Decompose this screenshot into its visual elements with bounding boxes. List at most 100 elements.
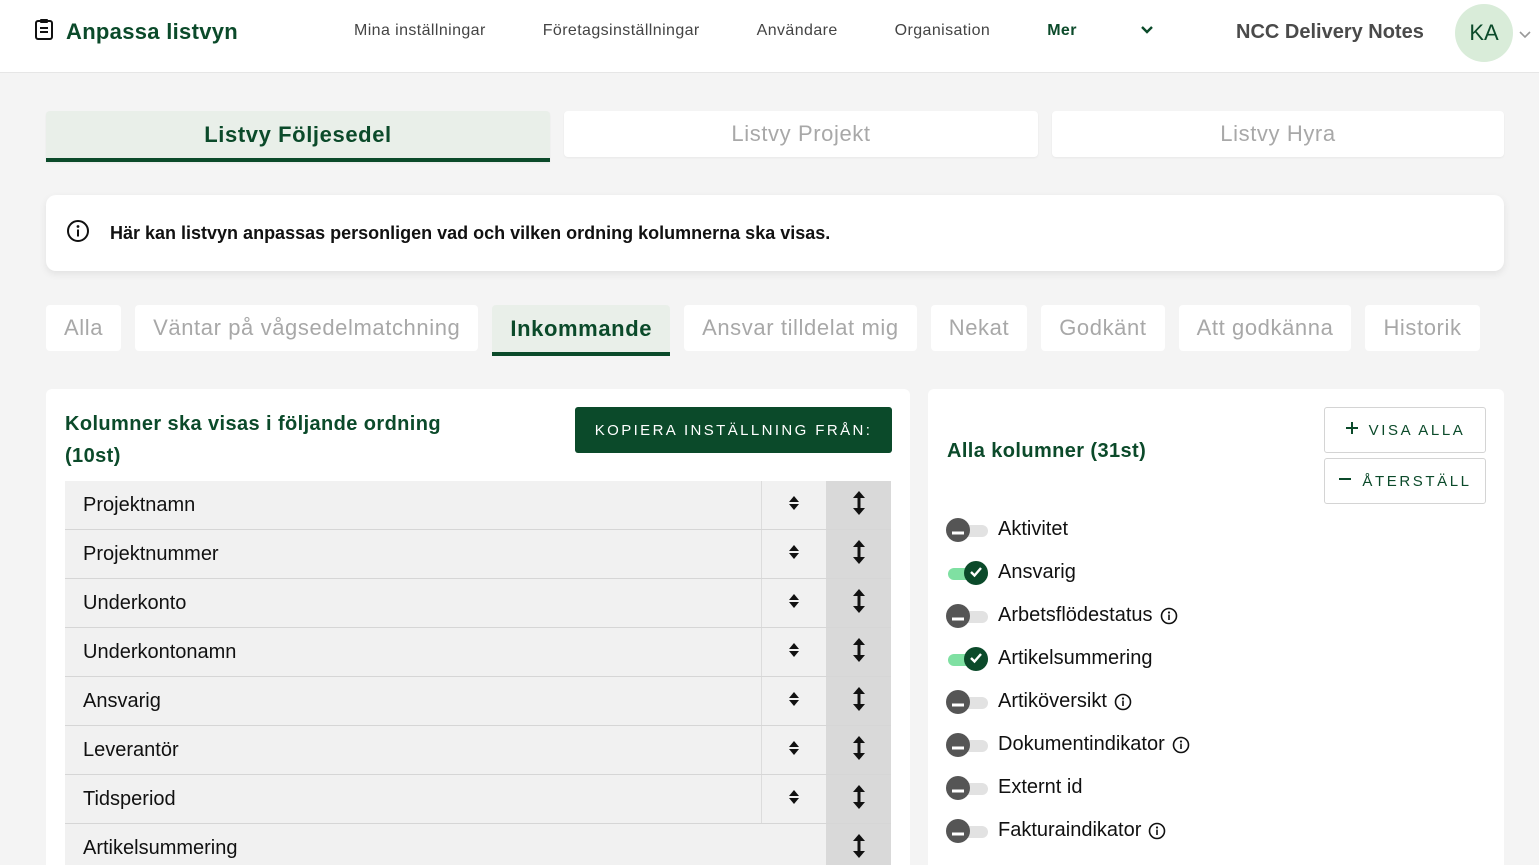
column-row-label: Artikelsummering — [83, 836, 238, 859]
filter-tab-ansvar-tilldelat[interactable]: Ansvar tilldelat mig — [684, 305, 917, 351]
toggle-knob — [946, 689, 970, 714]
column-toggle-label: Externt id — [998, 776, 1083, 798]
sort-icon — [788, 495, 800, 516]
tab-listvy-projekt[interactable]: Listvy Projekt — [564, 111, 1038, 157]
toggle-switch[interactable] — [946, 732, 988, 758]
main-nav: Mina inställningar Företagsinställningar… — [354, 22, 1211, 40]
tab-listvy-hyra[interactable]: Listvy Hyra — [1052, 111, 1504, 157]
drag-vertical-icon — [852, 784, 866, 815]
show-all-button[interactable]: VISA ALLA — [1324, 407, 1486, 453]
column-row-label: Underkonto — [83, 591, 187, 614]
sort-toggle[interactable] — [761, 628, 826, 676]
org-name: NCC Delivery Notes — [1236, 21, 1424, 43]
column-toggle-dokumentindikator: Dokumentindikator — [946, 723, 1190, 766]
column-row-ansvarig[interactable]: Ansvarig — [65, 677, 891, 726]
filter-tab-inkommande[interactable]: Inkommande — [492, 305, 671, 356]
sort-toggle[interactable] — [761, 579, 826, 627]
toggle-knob — [946, 517, 970, 542]
drag-handle[interactable] — [826, 677, 891, 725]
column-row-artikelsummering[interactable]: Artikelsummering — [65, 824, 891, 865]
toggle-switch[interactable] — [946, 560, 988, 586]
column-toggle-arbetsflodestatus: Arbetsflödestatus — [946, 594, 1190, 637]
info-icon[interactable] — [1172, 736, 1190, 754]
column-toggle-aktivitet: Aktivitet — [946, 508, 1190, 551]
drag-handle[interactable] — [826, 530, 891, 578]
avatar[interactable]: KA — [1455, 4, 1513, 62]
toggle-switch[interactable] — [946, 775, 988, 801]
filter-tab-vantar-vagsedel[interactable]: Väntar på vågsedelmatchning — [135, 305, 479, 351]
plus-icon — [1345, 421, 1359, 439]
toggle-switch[interactable] — [946, 603, 988, 629]
sort-icon — [788, 740, 800, 761]
drag-handle[interactable] — [826, 775, 891, 823]
column-row-label: Tidsperiod — [83, 787, 176, 810]
sort-toggle[interactable] — [761, 775, 826, 823]
chevron-down-icon[interactable] — [1519, 26, 1531, 44]
drag-vertical-icon — [852, 588, 866, 619]
filter-tab-alla[interactable]: Alla — [46, 305, 122, 351]
check-icon — [969, 561, 983, 584]
column-toggle-fakturaindikator: Fakturaindikator — [946, 809, 1190, 852]
check-icon — [969, 647, 983, 670]
minus-icon — [952, 690, 964, 713]
filter-tab-historik[interactable]: Historik — [1365, 305, 1480, 351]
column-row-tidsperiod[interactable]: Tidsperiod — [65, 775, 891, 824]
column-row-underkonto[interactable]: Underkonto — [65, 579, 891, 628]
all-columns-panel: Alla kolumner (31st) VISA ALLA ÅTERSTÄLL… — [928, 389, 1504, 865]
minus-icon — [952, 776, 964, 799]
nav-company-settings[interactable]: Företagsinställningar — [543, 22, 700, 40]
filter-tab-nekat[interactable]: Nekat — [930, 305, 1028, 351]
toggle-knob — [964, 560, 988, 585]
nav-users[interactable]: Användare — [757, 22, 838, 40]
nav-organisation[interactable]: Organisation — [895, 22, 991, 40]
toggle-knob — [946, 732, 970, 757]
toggle-switch[interactable] — [946, 517, 988, 543]
minus-icon — [1338, 472, 1352, 490]
filter-tabs: Alla Väntar på vågsedelmatchning Inkomma… — [46, 305, 1480, 356]
drag-handle[interactable] — [826, 824, 891, 865]
drag-handle[interactable] — [826, 481, 891, 529]
page-title: Anpassa listvyn — [66, 18, 239, 44]
toggle-knob — [946, 603, 970, 628]
toggle-switch[interactable] — [946, 646, 988, 672]
column-row-label: Leverantör — [83, 738, 179, 761]
info-icon[interactable] — [1148, 822, 1166, 840]
column-row-projektnamn[interactable]: Projektnamn — [65, 481, 891, 530]
info-icon[interactable] — [1160, 607, 1178, 625]
filter-tab-att-godkanna[interactable]: Att godkänna — [1178, 305, 1352, 351]
column-toggle-label: Fakturaindikator — [998, 819, 1142, 841]
drag-handle[interactable] — [826, 726, 891, 774]
nav-more[interactable]: Mer — [1047, 22, 1211, 40]
column-row-underkontonamn[interactable]: Underkontonamn — [65, 628, 891, 677]
show-all-label: VISA ALLA — [1368, 421, 1466, 439]
sort-toggle[interactable] — [761, 726, 826, 774]
filter-tab-godkant[interactable]: Godkänt — [1041, 305, 1165, 351]
drag-vertical-icon — [852, 637, 866, 668]
info-icon — [66, 219, 90, 248]
chevron-down-icon — [1140, 22, 1154, 40]
column-row-leverantor[interactable]: Leverantör — [65, 726, 891, 775]
drag-vertical-icon — [852, 539, 866, 570]
nav-my-settings[interactable]: Mina inställningar — [354, 22, 486, 40]
drag-handle[interactable] — [826, 628, 891, 676]
tab-listvy-foljesedel[interactable]: Listvy Följesedel — [46, 111, 550, 162]
toggle-switch[interactable] — [946, 689, 988, 715]
clipboard-icon — [34, 18, 54, 45]
column-toggle-label: Aktivitet — [998, 518, 1069, 540]
sort-icon — [788, 642, 800, 663]
sort-toggle[interactable] — [761, 481, 826, 529]
column-order-list: Projektnamn Projektnummer Underkonto Underk… — [65, 481, 891, 865]
copy-settings-button[interactable]: KOPIERA INSTÄLLNING FRÅN: — [575, 407, 892, 453]
sort-toggle[interactable] — [761, 677, 826, 725]
drag-handle[interactable] — [826, 579, 891, 627]
column-toggle-label: Arbetsflödestatus — [998, 604, 1153, 626]
column-row-projektnummer[interactable]: Projektnummer — [65, 530, 891, 579]
minus-icon — [952, 604, 964, 627]
reset-button[interactable]: ÅTERSTÄLL — [1324, 458, 1486, 504]
sort-toggle[interactable] — [761, 530, 826, 578]
toggle-knob — [946, 818, 970, 843]
drag-vertical-icon — [852, 490, 866, 521]
toggle-switch[interactable] — [946, 818, 988, 844]
info-icon[interactable] — [1114, 693, 1132, 711]
sort-icon — [788, 691, 800, 712]
